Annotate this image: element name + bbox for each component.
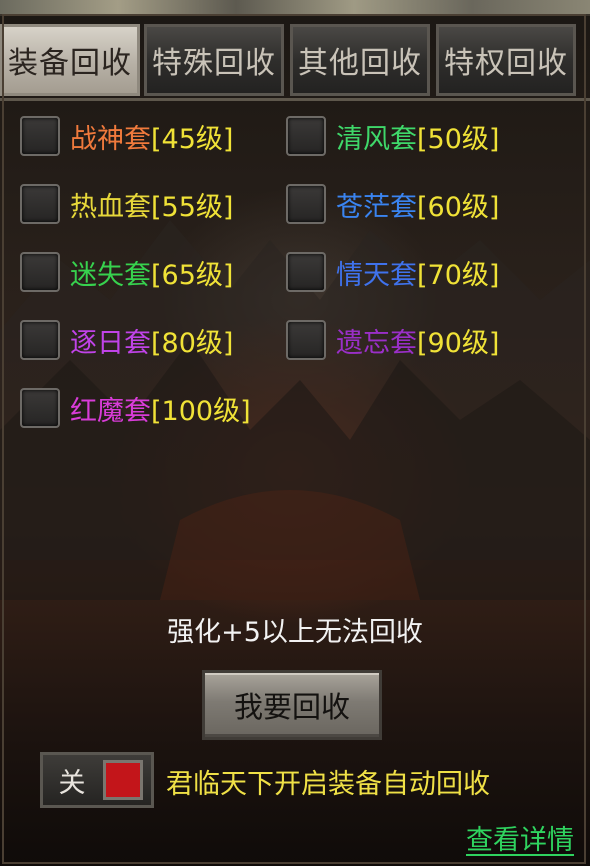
- checkbox[interactable]: [286, 320, 326, 360]
- recycle-button[interactable]: 我要回收: [202, 670, 382, 740]
- set-name: 遗忘套: [336, 327, 417, 359]
- set-option-qingfeng[interactable]: 清风套 [50级]: [286, 114, 499, 158]
- checkbox[interactable]: [20, 184, 60, 224]
- set-option-hongmo[interactable]: 红魔套 [100级]: [20, 386, 251, 430]
- set-level: [80级]: [151, 327, 234, 359]
- set-name: 热血套: [70, 191, 151, 223]
- set-level: [50级]: [417, 123, 500, 155]
- auto-recycle-toggle[interactable]: 关: [40, 752, 154, 808]
- checkbox[interactable]: [20, 116, 60, 156]
- tab-privilege-recycle[interactable]: 特权回收: [436, 24, 576, 96]
- set-level: [70级]: [417, 259, 500, 291]
- checkbox[interactable]: [20, 388, 60, 428]
- tab-bar: 装备回收 特殊回收 其他回收 特权回收: [0, 24, 590, 98]
- checkbox[interactable]: [286, 252, 326, 292]
- set-option-cangmang[interactable]: 苍茫套 [60级]: [286, 182, 499, 226]
- set-level: [55级]: [151, 191, 234, 223]
- tab-other-recycle[interactable]: 其他回收: [290, 24, 430, 96]
- recycle-panel: 装备回收 特殊回收 其他回收 特权回收 战神套 [45级] 清风套 [50级] 热血…: [0, 0, 590, 866]
- set-name: 清风套: [336, 123, 417, 155]
- toggle-knob[interactable]: [103, 760, 143, 800]
- view-details-link[interactable]: 查看详情: [466, 818, 574, 857]
- set-option-qingtian[interactable]: 情天套 [70级]: [286, 250, 499, 294]
- checkbox[interactable]: [20, 320, 60, 360]
- checkbox[interactable]: [286, 184, 326, 224]
- set-level: [45级]: [151, 123, 234, 155]
- set-name: 迷失套: [70, 259, 151, 291]
- set-level: [65级]: [151, 259, 234, 291]
- set-name: 战神套: [70, 123, 151, 155]
- enhance-limit-notice: 强化+5以上无法回收: [167, 617, 423, 648]
- checkbox[interactable]: [20, 252, 60, 292]
- top-border: [0, 0, 590, 16]
- tab-equipment-recycle[interactable]: 装备回收: [0, 24, 140, 96]
- set-option-rexue[interactable]: 热血套 [55级]: [20, 182, 233, 226]
- set-option-zhuri[interactable]: 逐日套 [80级]: [20, 318, 233, 362]
- set-option-mishi[interactable]: 迷失套 [65级]: [20, 250, 233, 294]
- set-option-zhanshen[interactable]: 战神套 [45级]: [20, 114, 233, 158]
- toggle-label: 关: [58, 767, 86, 799]
- tab-special-recycle[interactable]: 特殊回收: [144, 24, 284, 96]
- set-option-yiwang[interactable]: 遗忘套 [90级]: [286, 318, 499, 362]
- set-level: [90级]: [417, 327, 500, 359]
- set-name: 逐日套: [70, 327, 151, 359]
- auto-recycle-text: 君临天下开启装备自动回收: [166, 769, 490, 800]
- set-name: 苍茫套: [336, 191, 417, 223]
- set-level: [100级]: [151, 395, 251, 427]
- set-level: [60级]: [417, 191, 500, 223]
- checkbox[interactable]: [286, 116, 326, 156]
- set-name: 红魔套: [70, 395, 151, 427]
- set-name: 情天套: [336, 259, 417, 291]
- tab-divider: [0, 98, 590, 101]
